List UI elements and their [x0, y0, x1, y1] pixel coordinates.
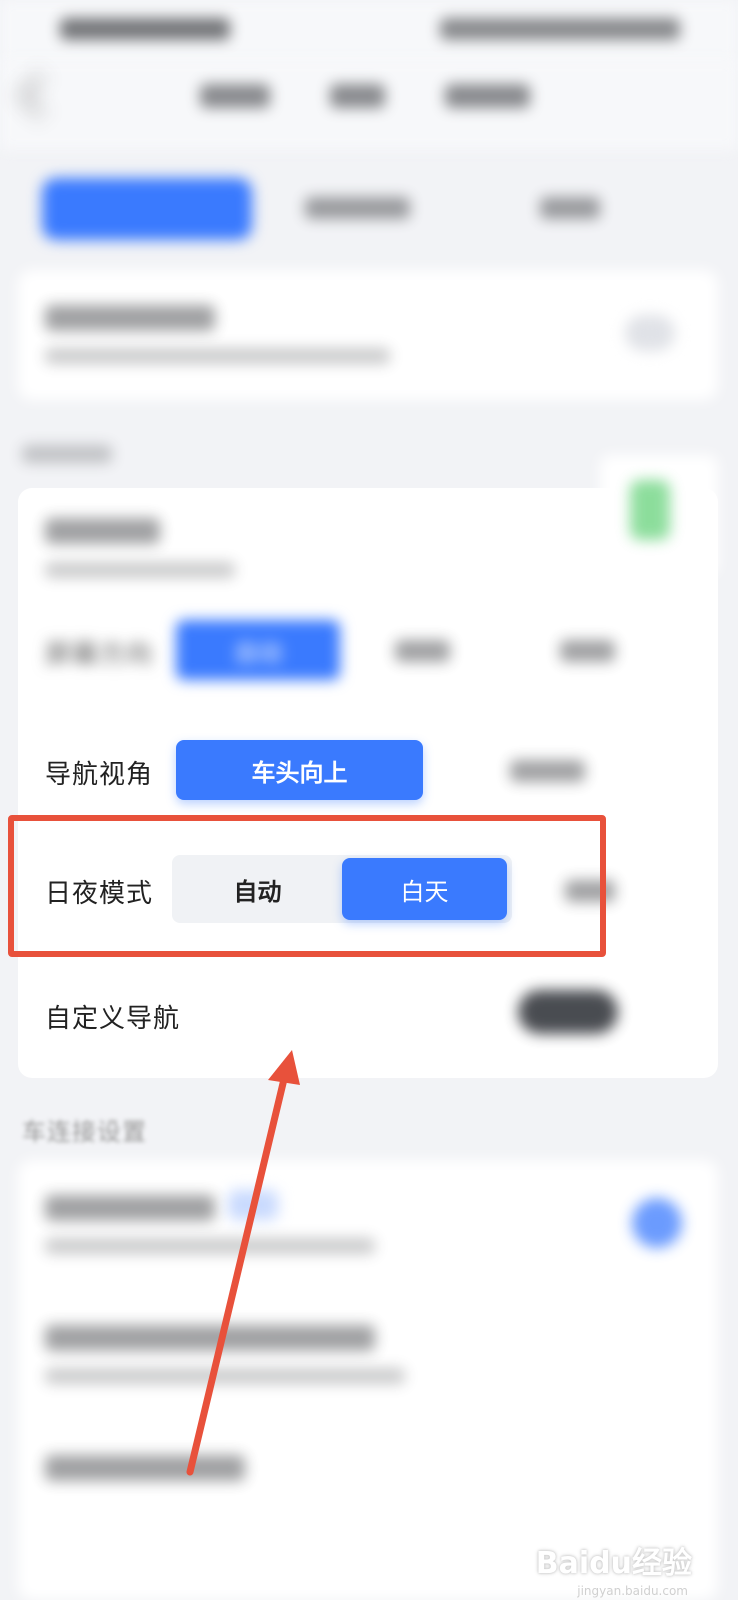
baidu-watermark: Baidu经验 — [535, 1546, 692, 1581]
baidu-watermark-url: jingyan.baidu.com — [577, 1584, 688, 1598]
arrow-annotation — [186, 1050, 300, 1476]
